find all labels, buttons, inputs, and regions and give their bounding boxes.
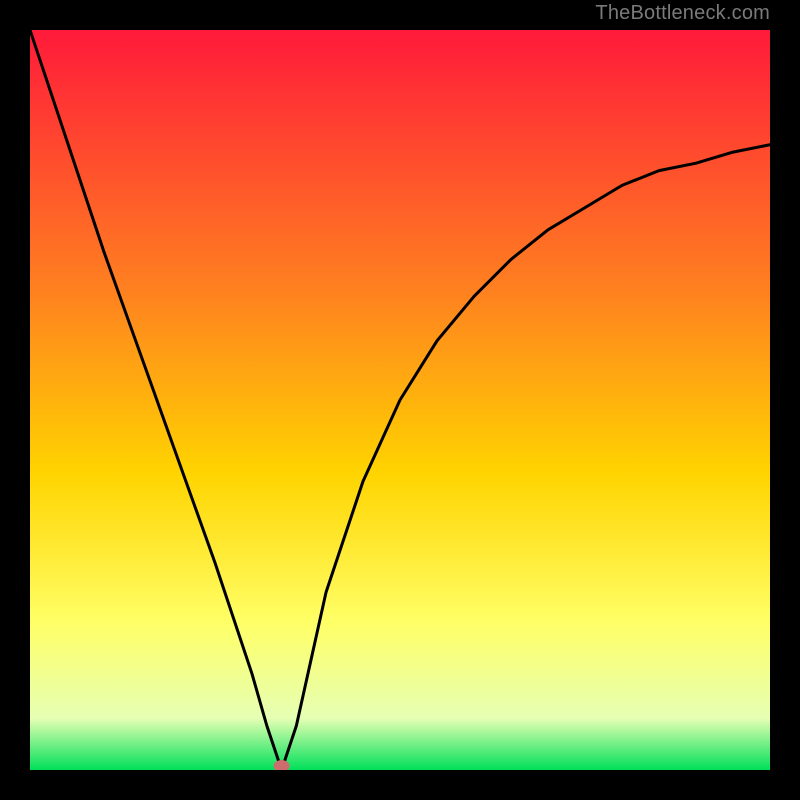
bottleneck-chart <box>30 30 770 770</box>
watermark-text: TheBottleneck.com <box>595 2 770 25</box>
chart-frame <box>30 30 770 770</box>
